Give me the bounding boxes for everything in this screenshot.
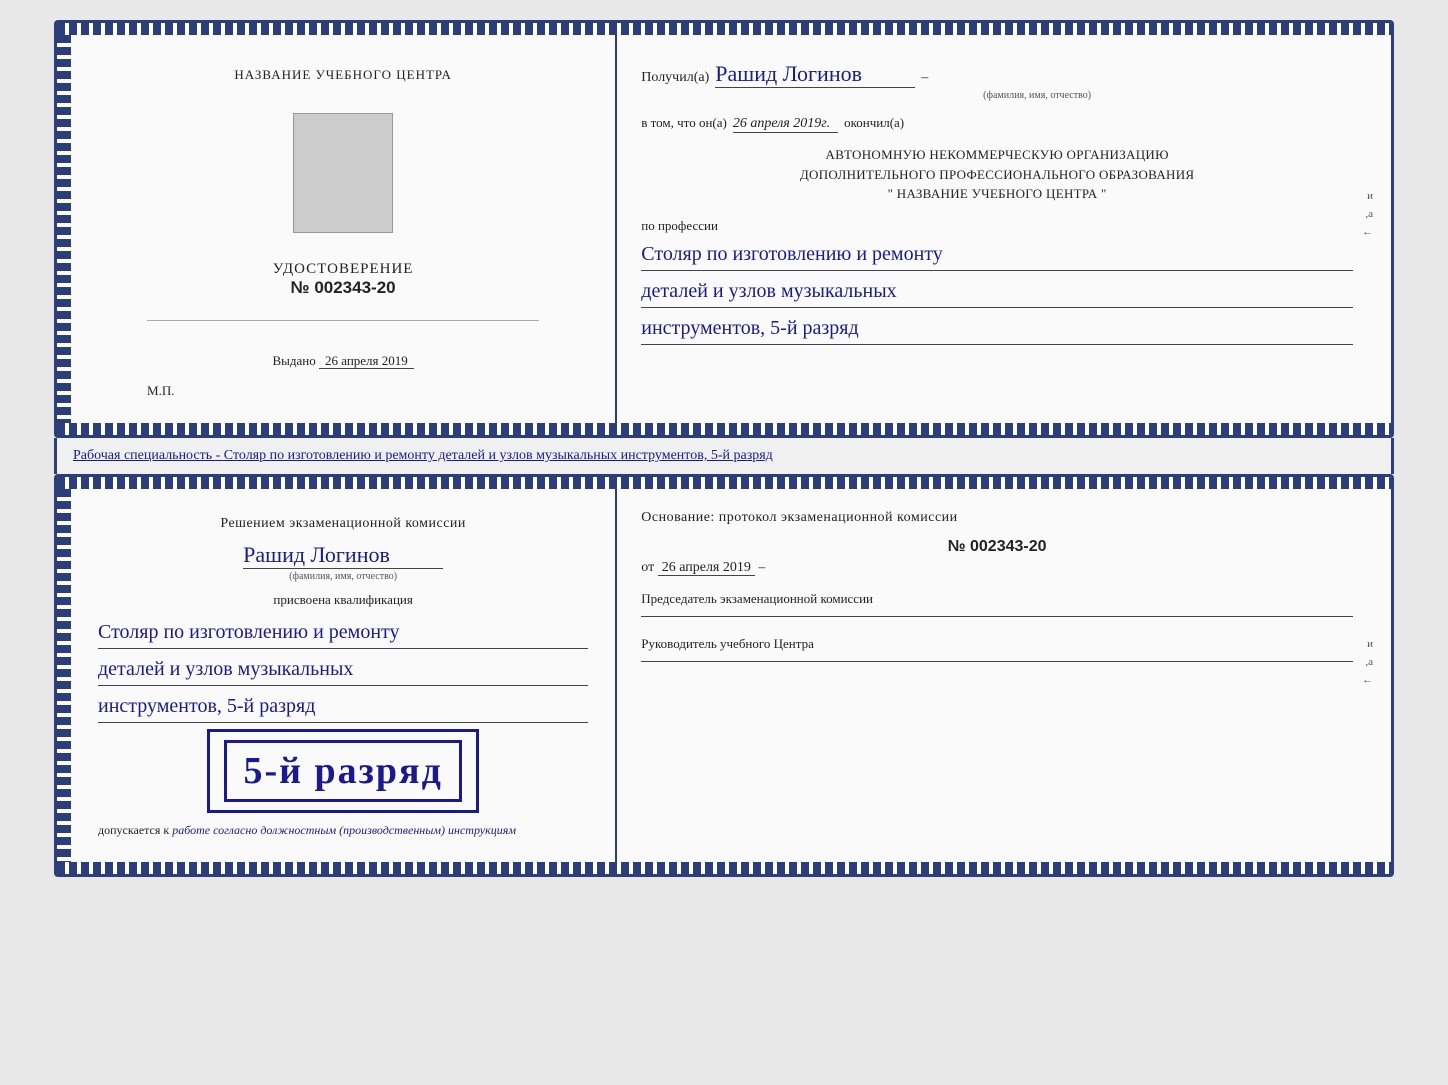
document-top: НАЗВАНИЕ УЧЕБНОГО ЦЕНТРА УДОСТОВЕРЕНИЕ №… [54,20,1394,438]
left-decoration-bottom [57,489,71,862]
photo-placeholder [293,113,393,233]
osnovanie-label: Основание: протокол экзаменационной коми… [641,507,1353,528]
prisvoena-label: присвоена квалификация [273,592,412,608]
poluchil-line: Получил(а) Рашид Логинов – [641,61,1353,88]
resheniem-label: Решением экзаменационной комиссии [220,513,466,534]
fio-label-top: (фамилия, имя, отчество) [721,90,1353,101]
vtom-date: 26 апреля 2019г. [733,116,838,133]
profession-line2-top: деталей и узлов музыкальных [641,275,1353,308]
left-decoration [57,35,71,423]
profession-line3-top: инструментов, 5-й разряд [641,312,1353,345]
top-decoration [57,23,1391,35]
chairman-block: Председатель экзаменационной комиссии [641,590,1353,617]
side-label-arrow: ← [1362,226,1373,238]
vtom-line: в том, что он(а) 26 апреля 2019г. окончи… [641,115,1353,133]
mp-label: М.П. [147,383,539,399]
avtonom-line3: " НАЗВАНИЕ УЧЕБНОГО ЦЕНТРА " [641,184,1353,204]
document-bottom: Решением экзаменационной комиссии Рашид … [54,474,1394,877]
rukovoditel-label: Руководитель учебного Центра [641,635,1353,653]
rukovoditel-sig-line [641,661,1353,662]
bottom-decoration [57,423,1391,435]
specialty-bar: Рабочая специальность - Столяр по изгото… [54,438,1394,474]
side-label-a2: ,а [1365,656,1373,668]
vydano-line: Выдано 26 апреля 2019 [272,353,413,369]
vydano-date: 26 апреля 2019 [319,353,414,369]
avtonom-block: АВТОНОМНУЮ НЕКОММЕРЧЕСКУЮ ОРГАНИЗАЦИЮ ДО… [641,145,1353,204]
dopuskaetsya-prefix: допускается к [98,823,169,837]
avtonom-line1: АВТОНОМНУЮ НЕКОММЕРЧЕСКУЮ ОРГАНИЗАЦИЮ [641,145,1353,165]
chairman-label: Председатель экзаменационной комиссии [641,590,1353,608]
dash-top: – [921,70,928,86]
side-label-i: и [1367,190,1373,202]
right-panel-bottom: Основание: протокол экзаменационной коми… [617,489,1391,862]
right-panel-top: Получил(а) Рашид Логинов – (фамилия, имя… [617,35,1391,423]
rank-badge: 5-й разряд [224,740,461,802]
left-panel-top: НАЗВАНИЕ УЧЕБНОГО ЦЕНТРА УДОСТОВЕРЕНИЕ №… [57,35,617,423]
dopuskaetsya-line: допускается к работе согласно должностны… [98,823,588,838]
udostoverenie-title: УДОСТОВЕРЕНИЕ [273,261,414,278]
ot-dash: – [758,560,765,575]
udostoverenie-number: № 002343-20 [291,278,396,298]
ot-prefix: от [641,560,654,575]
side-label-a: ,а [1365,208,1373,220]
protocol-number: № 002343-20 [641,538,1353,556]
fio-label-bottom: (фамилия, имя, отчество) [289,571,397,582]
ot-date-line: от 26 апреля 2019 – [641,560,1353,576]
specialty-text: Столяр по изготовлению и ремонту деталей… [224,448,773,463]
profession-line1-top: Столяр по изготовлению и ремонту [641,238,1353,271]
side-label-arrow2: ← [1362,674,1373,686]
rukovoditel-block: Руководитель учебного Центра [641,635,1353,662]
vtom-prefix: в том, что он(а) [641,115,727,131]
recipient-name-top: Рашид Логинов [715,61,915,88]
dopuskaetsya-text: работе согласно должностным (производств… [172,823,516,837]
specialty-prefix: Рабочая специальность - [73,448,224,463]
vydano-label: Выдано [272,353,315,368]
chairman-sig-line [641,616,1353,617]
school-name-left: НАЗВАНИЕ УЧЕБНОГО ЦЕНТРА [234,67,451,83]
avtonom-line2: ДОПОЛНИТЕЛЬНОГО ПРОФЕССИОНАЛЬНОГО ОБРАЗО… [641,165,1353,185]
recipient-name-bottom: Рашид Логинов [243,542,443,569]
profession-line3-bottom: инструментов, 5-й разряд [98,690,588,723]
profession-line1-bottom: Столяр по изготовлению и ремонту [98,616,588,649]
po-professii-label: по профессии [641,218,1353,234]
bottom-decoration-bottom [57,862,1391,874]
side-label-i2: и [1367,638,1373,650]
top-decoration-bottom [57,477,1391,489]
ot-date: 26 апреля 2019 [658,560,755,576]
profession-line2-bottom: деталей и узлов музыкальных [98,653,588,686]
okonchil-label: окончил(а) [844,115,904,131]
poluchil-prefix: Получил(а) [641,70,709,86]
left-panel-bottom: Решением экзаменационной комиссии Рашид … [57,489,617,862]
